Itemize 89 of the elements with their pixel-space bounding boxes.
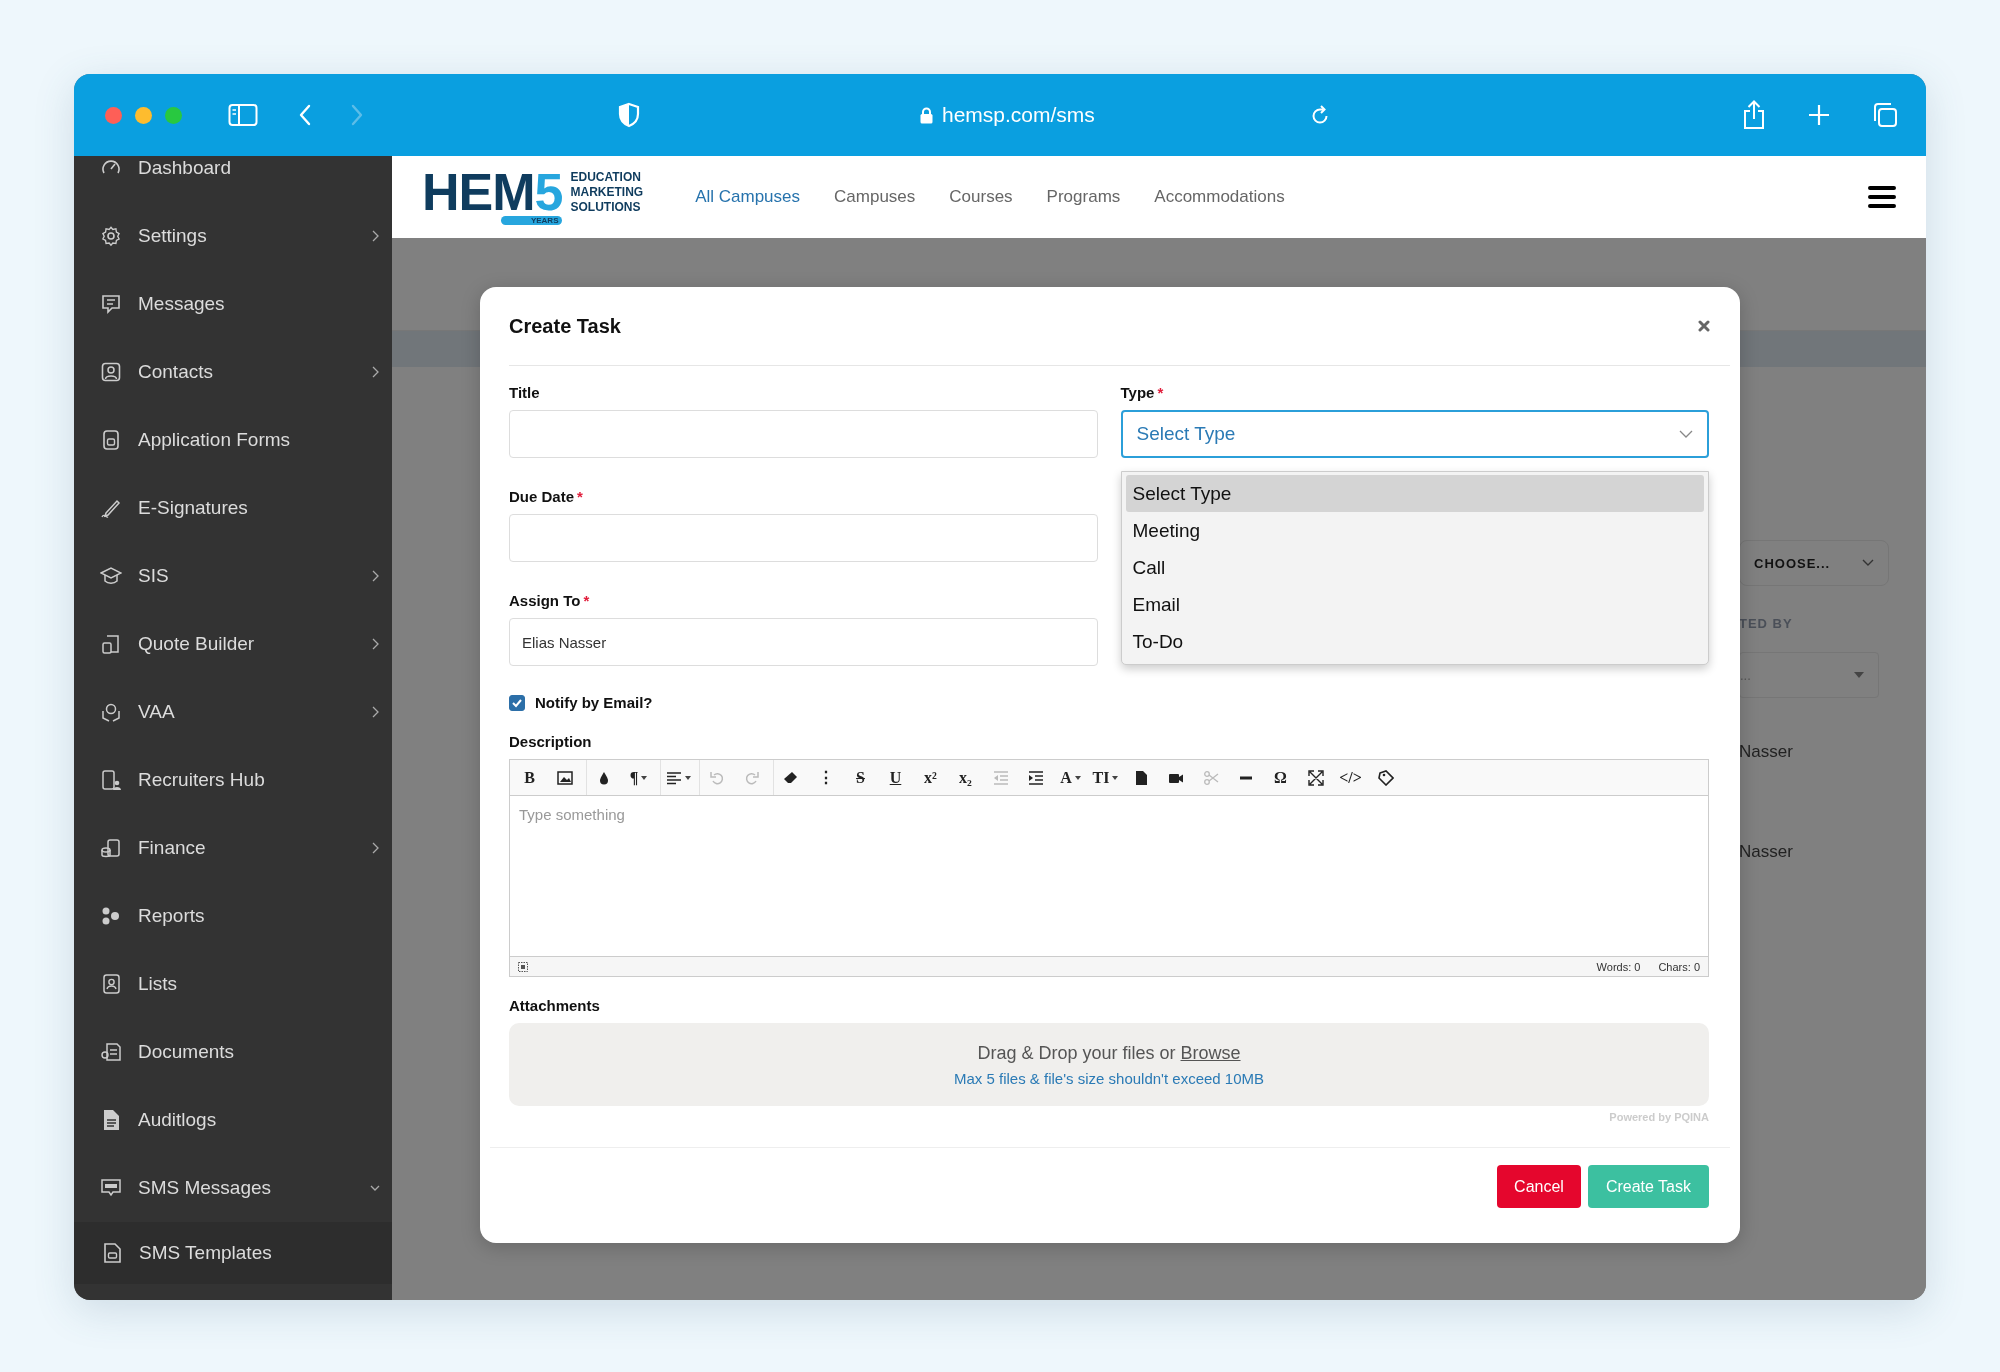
sidebar-item[interactable]: SMS Messages bbox=[74, 1154, 392, 1222]
chevron-down-icon bbox=[1679, 430, 1693, 438]
field-label: Due Date * bbox=[509, 488, 584, 505]
sidebar-item[interactable]: Lists bbox=[74, 950, 392, 1018]
input-field[interactable] bbox=[509, 410, 1098, 458]
gear-icon bbox=[100, 225, 122, 247]
character-count: Chars: 0 bbox=[1658, 960, 1700, 973]
sidebar-item[interactable]: Messages bbox=[74, 270, 392, 338]
template-icon bbox=[101, 1242, 123, 1264]
dropdown-option[interactable]: To-Do bbox=[1125, 623, 1704, 660]
logo-tagline: EDUCATION MARKETING SOLUTIONS bbox=[570, 170, 644, 215]
close-icon[interactable] bbox=[1698, 320, 1710, 332]
input-field[interactable]: Elias Nasser bbox=[509, 618, 1098, 666]
minimize-window-button[interactable] bbox=[135, 106, 152, 124]
field-label: Description bbox=[509, 733, 593, 750]
dropdown-option[interactable]: Meeting bbox=[1125, 512, 1704, 549]
new-tab-icon[interactable] bbox=[1808, 104, 1830, 126]
input-field[interactable] bbox=[509, 514, 1098, 562]
pen-icon bbox=[100, 497, 122, 519]
nav-link[interactable]: Programs bbox=[1046, 187, 1121, 207]
dropdown-option[interactable]: Email bbox=[1125, 586, 1704, 623]
type-select[interactable]: Select Type bbox=[1120, 410, 1709, 458]
dropdown-option[interactable]: Select Type bbox=[1125, 475, 1704, 512]
checkbox-label: Notify by Email? bbox=[535, 694, 653, 711]
logo-wordmark: HEM5 bbox=[422, 169, 563, 215]
format-button[interactable]: U bbox=[878, 760, 913, 795]
word-count: Words: 0 bbox=[1596, 960, 1641, 973]
sms-icon bbox=[100, 1177, 122, 1199]
field-label: Type * bbox=[1120, 384, 1165, 401]
share-icon[interactable] bbox=[1742, 100, 1766, 130]
graduation-cap-icon bbox=[100, 565, 122, 587]
dots-icon bbox=[100, 905, 122, 927]
sidebar-item[interactable]: VAA bbox=[74, 678, 392, 746]
field-label: Title bbox=[509, 384, 541, 401]
format-button[interactable]: ⋮ bbox=[808, 760, 843, 795]
chevron-down-icon bbox=[1862, 559, 1874, 567]
form-icon bbox=[100, 429, 122, 451]
sidebar-item[interactable]: Finance bbox=[74, 814, 392, 882]
dropdown-option[interactable]: Call bbox=[1125, 549, 1704, 586]
sidebar-toggle-icon[interactable] bbox=[228, 103, 258, 127]
nav-link[interactable]: Courses bbox=[949, 187, 1013, 207]
shield-icon[interactable] bbox=[618, 102, 640, 128]
sidebar-item[interactable]: Quote Builder bbox=[74, 610, 392, 678]
table-cell-text: Nasser bbox=[1739, 842, 1794, 863]
format-button[interactable]: TI bbox=[1088, 760, 1123, 795]
format-button[interactable]: x² bbox=[913, 760, 948, 795]
dropzone-prompt: Drag & Drop your files or Browse bbox=[977, 1042, 1241, 1064]
sidebar-item[interactable]: Recruiters Hub bbox=[74, 746, 392, 814]
sidebar-item[interactable]: Application Forms bbox=[74, 406, 392, 474]
sidebar-subitem[interactable]: SMS Templates bbox=[74, 1222, 392, 1284]
format-button[interactable]: S bbox=[843, 760, 878, 795]
nav-link[interactable]: Campuses bbox=[834, 187, 916, 207]
sidebar-item[interactable]: Auditlogs bbox=[74, 1086, 392, 1154]
back-icon[interactable] bbox=[298, 103, 312, 127]
sidebar-item[interactable]: Contacts bbox=[74, 338, 392, 406]
contact-card-icon bbox=[100, 361, 122, 383]
nav-link[interactable]: All Campuses bbox=[695, 187, 801, 207]
chat-icon bbox=[100, 293, 122, 315]
nav-link[interactable]: Accommodations bbox=[1154, 187, 1285, 207]
sidebar-item[interactable]: SIS bbox=[74, 542, 392, 610]
file-limit-note: Max 5 files & file's size shouldn't exceed 10MB bbox=[953, 1069, 1264, 1087]
format-button[interactable]: ¶ bbox=[621, 760, 656, 795]
format-button[interactable]: </> bbox=[1333, 760, 1368, 795]
menu-icon[interactable] bbox=[1868, 185, 1896, 209]
browse-link[interactable]: Browse bbox=[1180, 1042, 1241, 1063]
field-label: Attachments bbox=[509, 997, 601, 1014]
format-button[interactable]: x₂ bbox=[948, 760, 983, 795]
address-book-icon bbox=[100, 973, 122, 995]
sidebar-item[interactable]: E-Signatures bbox=[74, 474, 392, 542]
lock-icon bbox=[920, 106, 933, 124]
resize-icon[interactable] bbox=[518, 961, 528, 972]
sidebar-item[interactable]: Settings bbox=[74, 202, 392, 270]
table-cell-text: Nasser bbox=[1739, 742, 1794, 763]
sidebar-item[interactable]: Reports bbox=[74, 882, 392, 950]
format-button[interactable]: Ω bbox=[1263, 760, 1298, 795]
format-button[interactable]: A bbox=[1053, 760, 1088, 795]
file-dropzone[interactable]: Drag & Drop your files or Browse Max 5 files & file's size shouldn't exceed 10MB bbox=[509, 1023, 1709, 1106]
checkbox[interactable] bbox=[509, 694, 525, 711]
sidebar-item[interactable]: Documents bbox=[74, 1018, 392, 1086]
cancel-button[interactable]: Cancel bbox=[1497, 1165, 1581, 1208]
field-label: Assign To * bbox=[509, 592, 591, 609]
sidebar-item[interactable]: Dashboard bbox=[74, 156, 392, 202]
years-badge: YEARS bbox=[500, 216, 563, 225]
dialog-title: Create Task bbox=[509, 314, 621, 338]
reload-icon[interactable] bbox=[1310, 104, 1330, 126]
documents-icon bbox=[100, 1041, 122, 1063]
caret-icon bbox=[1854, 672, 1864, 678]
tabs-icon[interactable] bbox=[1872, 102, 1898, 128]
format-button[interactable]: B bbox=[512, 760, 547, 795]
